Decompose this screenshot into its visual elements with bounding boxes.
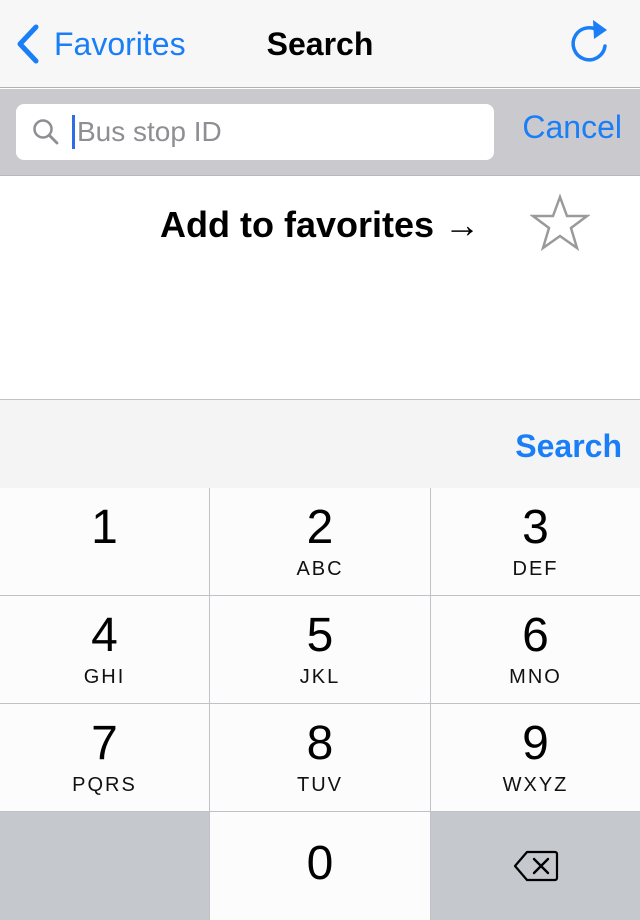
favorites-hint-row: Add to favorites → (0, 176, 640, 276)
text-cursor (72, 115, 75, 149)
key-letters: GHI (83, 666, 126, 688)
keyboard-accessory-bar: Search (0, 399, 640, 489)
key-letters: PQRS (72, 774, 137, 796)
key-digit: 8 (306, 717, 334, 770)
cancel-button[interactable]: Cancel (522, 109, 622, 146)
backspace-icon (513, 850, 558, 882)
page-title: Search (266, 26, 374, 62)
search-bar: Cancel (0, 89, 640, 176)
key-letters: JKL (299, 666, 341, 688)
key-digit: 7 (91, 717, 118, 770)
key-digit: 3 (522, 501, 549, 554)
search-icon (33, 119, 59, 145)
key-digit: 2 (306, 501, 334, 554)
key-7[interactable]: 7 PQRS (0, 704, 209, 811)
navigation-bar: Favorites Search (0, 0, 640, 88)
key-digit: 6 (522, 609, 549, 662)
key-blank (0, 812, 209, 920)
key-4[interactable]: 4 GHI (0, 596, 209, 703)
search-field[interactable] (16, 104, 494, 160)
add-to-favorites-text: Add to favorites → (160, 204, 481, 245)
key-3[interactable]: 3 DEF (431, 488, 640, 595)
key-digit: 0 (306, 837, 334, 890)
key-0[interactable]: 0 (210, 812, 430, 920)
search-input[interactable] (77, 116, 457, 148)
key-5[interactable]: 5 JKL (210, 596, 430, 703)
add-to-favorites-hint: Add to favorites → (160, 204, 480, 246)
key-digit: 9 (522, 717, 549, 770)
key-9[interactable]: 9 WXYZ (431, 704, 640, 811)
refresh-icon[interactable] (566, 18, 612, 66)
search-button[interactable]: Search (515, 428, 622, 465)
key-2[interactable]: 2 ABC (210, 488, 430, 595)
key-1[interactable]: 1 (0, 488, 209, 595)
key-digit: 1 (91, 501, 118, 554)
key-letters: WXYZ (502, 774, 569, 796)
delete-key[interactable] (431, 812, 640, 920)
key-letters: MNO (509, 666, 562, 688)
key-letters: TUV (297, 774, 343, 796)
numeric-keypad: 1 2 ABC 3 DEF 4 GHI 5 JKL 6 MNO 7 PQRS 8… (0, 488, 640, 920)
star-outline-icon[interactable] (530, 194, 590, 252)
key-8[interactable]: 8 TUV (210, 704, 430, 811)
key-letters: ABC (296, 558, 344, 580)
key-6[interactable]: 6 MNO (431, 596, 640, 703)
key-digit: 4 (91, 609, 118, 662)
key-digit: 5 (306, 609, 334, 662)
key-letters: DEF (512, 558, 559, 580)
